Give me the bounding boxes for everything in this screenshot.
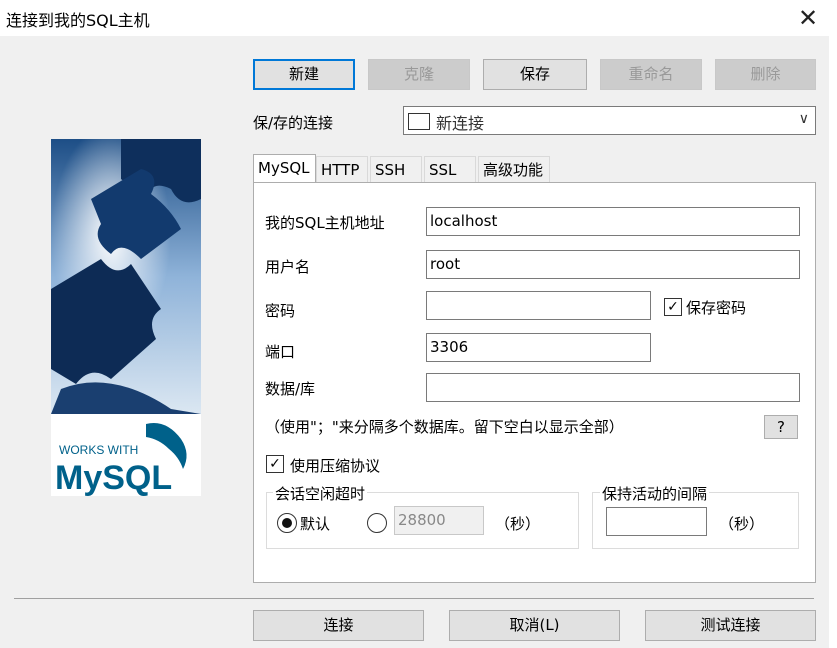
logo-tagline: WORKS WITH xyxy=(59,443,138,457)
idle-timeout-title: 会话空闲超时 xyxy=(273,483,368,504)
user-input[interactable]: root xyxy=(426,250,800,279)
help-button[interactable]: ? xyxy=(764,415,798,439)
clone-button[interactable]: 克隆 xyxy=(368,59,470,90)
test-connection-button[interactable]: 测试连接 xyxy=(645,610,816,641)
chevron-down-icon[interactable]: ∨ xyxy=(799,111,809,127)
connection-color-swatch xyxy=(408,113,430,130)
save-button[interactable]: 保存 xyxy=(483,59,587,90)
tab-ssl[interactable]: SSL xyxy=(424,156,476,183)
window-edge xyxy=(829,36,837,648)
close-icon[interactable]: ✕ xyxy=(790,0,826,36)
database-hint: （使用"；"来分隔多个数据库。留下空白以显示全部） xyxy=(265,418,624,436)
port-label: 端口 xyxy=(265,343,296,361)
user-label: 用户名 xyxy=(265,258,311,276)
tab-http[interactable]: HTTP xyxy=(316,156,368,183)
password-label: 密码 xyxy=(265,302,296,320)
delete-button[interactable]: 删除 xyxy=(715,59,816,90)
keepalive-input[interactable] xyxy=(606,507,707,536)
password-input[interactable] xyxy=(426,291,651,320)
host-label: 我的SQL主机地址 xyxy=(265,214,385,232)
window-title: 连接到我的SQL主机 xyxy=(6,11,150,30)
save-password-checkbox[interactable]: ✓ xyxy=(664,298,682,316)
saved-connection-value: 新连接 xyxy=(436,114,485,133)
connect-button[interactable]: 连接 xyxy=(253,610,424,641)
tab-mysql[interactable]: MySQL xyxy=(253,154,316,183)
idle-custom-radio[interactable] xyxy=(367,513,387,533)
new-button[interactable]: 新建 xyxy=(253,59,355,90)
idle-timeout-input[interactable]: 28800 xyxy=(394,506,484,535)
idle-default-radio[interactable] xyxy=(277,513,297,533)
save-password-label: 保存密码 xyxy=(686,299,747,317)
port-input[interactable]: 3306 xyxy=(426,333,651,362)
tab-ssh[interactable]: SSH xyxy=(370,156,422,183)
compression-label: 使用压缩协议 xyxy=(290,457,381,475)
logo-brand: MySQL xyxy=(55,459,172,496)
footer-separator xyxy=(14,598,814,599)
host-input[interactable]: localhost xyxy=(426,207,800,236)
mysql-banner-image: WORKS WITH MySQL xyxy=(51,139,201,496)
saved-connections-label: 保/存的连接 xyxy=(253,114,334,132)
saved-connections-dropdown[interactable]: 新连接 ∨ xyxy=(403,106,816,135)
cancel-button[interactable]: 取消(L) xyxy=(449,610,620,641)
compression-checkbox[interactable]: ✓ xyxy=(266,455,284,473)
idle-unit-label: （秒） xyxy=(495,515,541,533)
keepalive-unit-label: （秒） xyxy=(719,515,765,533)
tab-advanced[interactable]: 高级功能 xyxy=(478,156,550,183)
idle-default-label: 默认 xyxy=(300,515,331,533)
database-label: 数据/库 xyxy=(265,380,316,398)
rename-button[interactable]: 重命名 xyxy=(600,59,702,90)
database-input[interactable] xyxy=(426,373,800,402)
keepalive-title: 保持活动的间隔 xyxy=(600,483,710,504)
